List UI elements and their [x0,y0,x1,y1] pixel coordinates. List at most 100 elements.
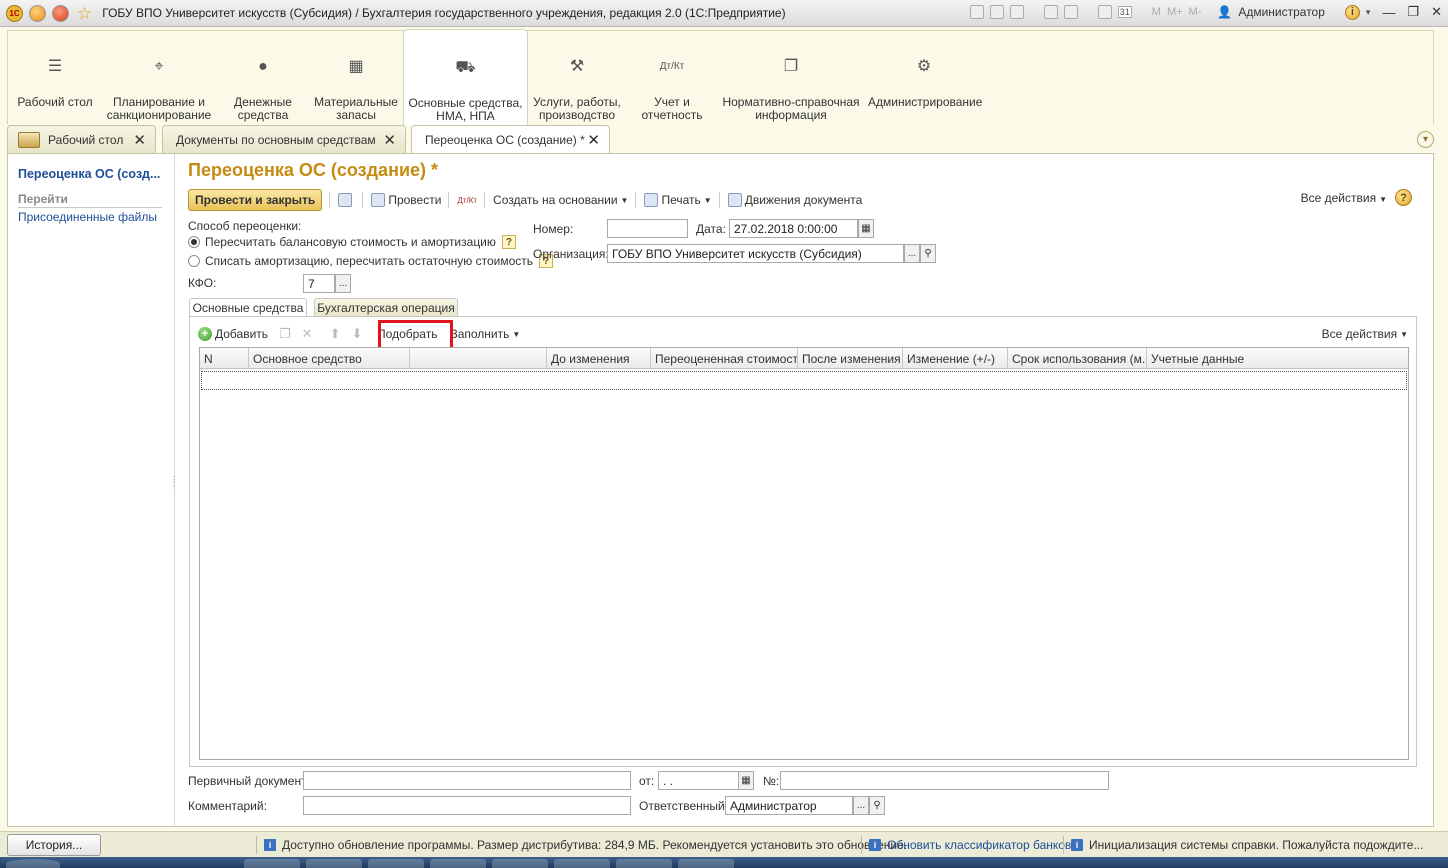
delete-icon[interactable]: ✕ [300,326,314,341]
section-reference[interactable]: ❐ Нормативно-справочная информация [720,31,862,125]
tab-accounting-operation[interactable]: Бухгалтерская операция [314,298,458,316]
taskbar-app[interactable] [492,859,548,868]
help-icon[interactable]: ? [1395,189,1412,206]
add-favorite-icon[interactable] [1043,5,1058,19]
section-accounting[interactable]: Дт/Кт Учет и отчетность [634,31,710,125]
table-all-actions-button[interactable]: Все действия ▼ [1322,327,1408,341]
tab-desktop[interactable]: Рабочий стол ✕ [7,125,156,153]
tab-fixed-assets[interactable]: Основные средства [189,298,307,317]
main-menu-icon[interactable] [29,4,46,22]
copy-icon[interactable]: ❐ [278,326,292,341]
close-window-button[interactable]: ✕ [1431,4,1442,20]
minimize-button[interactable]: — [1382,5,1395,20]
status-message[interactable]: i Инициализация системы справки. Пожалуй… [1071,838,1423,852]
tabs-dropdown-icon[interactable]: ▾ [1417,131,1434,148]
method-option-2[interactable]: Списать амортизацию, пересчитать остаточ… [188,254,554,268]
add-button[interactable]: + Добавить [198,327,268,341]
history-button[interactable]: История... [7,834,101,856]
taskbar-app[interactable] [368,859,424,868]
help-hint-icon[interactable]: ? [501,235,516,249]
save-button[interactable] [338,193,355,207]
organization-field[interactable]: ГОБУ ВПО Университет искусств (Субсидия) [607,244,904,263]
calendar-icon[interactable]: ▦ [858,219,874,238]
column-header[interactable]: Срок использования (м... [1008,348,1147,369]
taskbar-app[interactable] [244,859,300,868]
move-down-icon[interactable]: ⬇ [350,326,364,341]
restore-button[interactable]: ❐ [1407,4,1419,20]
search-icon[interactable]: ⚲ [869,796,885,815]
user-name[interactable]: Администратор [1238,5,1325,19]
app-logo-icon[interactable]: 1С [6,4,23,22]
section-desktop[interactable]: ☰ Рабочий стол [16,31,94,125]
start-button[interactable] [6,859,60,868]
from-date-field[interactable]: . . [658,771,740,790]
history-nav-icon[interactable] [52,4,69,22]
memory-button[interactable]: M [1152,6,1161,18]
section-planning[interactable]: ⌖ Планирование и санкционирование [104,31,214,125]
tab-documents[interactable]: Документы по основным средствам ✕ [162,125,406,153]
info-icon[interactable]: i [1344,4,1360,20]
calculator-icon[interactable] [1097,5,1112,19]
section-materials[interactable]: ▦ Материальные запасы [312,31,400,125]
responsible-select-button[interactable]: ... [853,796,869,815]
post-button[interactable]: Провести [371,193,441,207]
column-header[interactable]: Основное средство [249,348,410,369]
print-button[interactable]: Печать ▼ [644,193,712,207]
save-icon[interactable] [969,5,984,19]
number-field[interactable] [607,219,688,238]
column-header[interactable]: N [200,348,249,369]
close-tab-icon[interactable]: ✕ [383,131,396,149]
search-icon[interactable]: ⚲ [920,244,936,263]
organization-select-button[interactable]: ... [904,244,920,263]
table-row[interactable] [201,371,1407,390]
kfo-field[interactable]: 7 [303,274,335,293]
document-movements-button[interactable]: Движения документа [727,193,862,207]
section-admin[interactable]: ⚙ Администрирование [868,31,982,125]
chevron-down-icon[interactable]: ▾ [1366,7,1371,18]
radio-unselected[interactable] [188,255,200,267]
favorites-icon[interactable] [1063,5,1078,19]
column-header[interactable]: Учетные данные [1147,348,1408,369]
method-option-1[interactable]: Пересчитать балансовую стоимость и аморт… [188,235,516,249]
fill-button[interactable]: Заполнить ▼ [450,327,520,341]
nav-pane-title[interactable]: Переоценка ОС (созд... [18,167,168,181]
column-header[interactable]: До изменения [547,348,651,369]
section-fixed-assets[interactable]: ⛟ Основные средства, НМА, НПА [403,29,528,125]
taskbar-app[interactable] [678,859,734,868]
favorites-star-icon[interactable]: ☆ [77,5,92,22]
status-message[interactable]: i Доступно обновление программы. Размер … [264,838,907,852]
dt-kt-button[interactable]: Дт/Кт [457,196,477,205]
column-header[interactable]: Переоцененная стоимость [651,348,798,369]
calendar-icon[interactable]: ▦ [738,771,754,790]
taskbar-app[interactable] [430,859,486,868]
tab-revaluation[interactable]: Переоценка ОС (создание) * ✕ [411,125,610,154]
primary-doc-field[interactable] [303,771,631,790]
create-based-button[interactable]: Создать на основании ▼ [493,193,628,207]
move-up-icon[interactable]: ⬆ [328,326,342,341]
close-tab-icon[interactable]: ✕ [587,131,600,149]
section-services[interactable]: ⚒ Услуги, работы, производство [528,31,626,125]
section-money[interactable]: ● Денежные средства [224,31,302,125]
taskbar-app[interactable] [616,859,672,868]
calendar-icon[interactable]: 31 [1117,6,1132,18]
post-and-close-button[interactable]: Провести и закрыть [188,189,323,211]
print-icon[interactable] [989,5,1004,19]
column-header[interactable]: После изменения [798,348,903,369]
close-tab-icon[interactable]: ✕ [133,131,146,149]
pane-splitter[interactable]: ⋮ ⋮ [170,476,178,490]
date-field[interactable]: 27.02.2018 0:00:00 [729,219,858,238]
comment-field[interactable] [303,796,631,815]
column-header[interactable]: Изменение (+/-) [903,348,1008,369]
memory-minus-button[interactable]: M- [1189,6,1202,18]
all-actions-button[interactable]: Все действия ▼ [1301,191,1387,205]
primary-doc-number-field[interactable] [780,771,1109,790]
assets-table[interactable]: N Основное средство До изменения Переоце… [199,347,1409,760]
column-header[interactable] [410,348,547,369]
kfo-select-button[interactable]: ... [335,274,351,293]
status-message[interactable]: i Обновить классификатор банков [869,838,1071,852]
attached-files-link[interactable]: Присоединенные файлы [18,210,157,224]
memory-plus-button[interactable]: M+ [1167,6,1183,18]
taskbar-app[interactable] [554,859,610,868]
taskbar-app[interactable] [306,859,362,868]
radio-selected[interactable] [188,236,200,248]
